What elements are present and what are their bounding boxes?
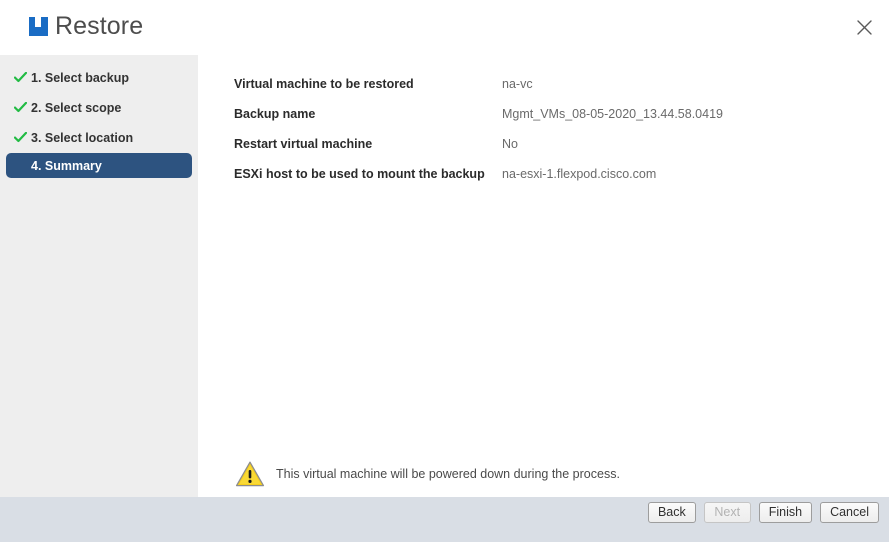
check-icon: [12, 72, 28, 83]
netapp-logo-icon: [29, 17, 48, 36]
sidebar-item-summary[interactable]: 4. Summary: [6, 153, 192, 178]
summary-panel: Virtual machine to be restored na-vc Bac…: [198, 55, 889, 497]
sidebar-item-label: 2. Select scope: [31, 100, 122, 115]
sidebar-item-label: 4. Summary: [31, 158, 102, 173]
finish-button[interactable]: Finish: [758, 502, 813, 523]
back-button[interactable]: Back: [647, 502, 696, 523]
warning-triangle-icon: [234, 459, 266, 489]
sidebar-item-select-backup[interactable]: 1. Select backup: [6, 65, 192, 90]
brand-area: Restore: [29, 14, 143, 39]
close-icon: [856, 19, 872, 35]
sidebar-item-label: 3. Select location: [31, 130, 134, 145]
sidebar-item-select-scope[interactable]: 2. Select scope: [6, 95, 192, 120]
warning-message: This virtual machine will be powered dow…: [234, 459, 620, 489]
summary-value: Mgmt_VMs_08-05-2020_13.44.58.0419: [502, 107, 723, 121]
dialog-header: Restore: [0, 0, 889, 55]
warning-text: This virtual machine will be powered dow…: [276, 467, 620, 481]
sidebar-item-label: 1. Select backup: [31, 70, 129, 85]
cancel-button[interactable]: Cancel: [820, 502, 879, 523]
sidebar-item-select-location[interactable]: 3. Select location: [6, 125, 192, 150]
summary-label: ESXi host to be used to mount the backup: [234, 167, 485, 181]
wizard-steps-sidebar: 1. Select backup 2. Select scope 3. Sele…: [0, 55, 198, 497]
next-button: Next: [703, 502, 751, 523]
check-icon: [12, 132, 28, 143]
table-row: Virtual machine to be restored na-vc: [234, 69, 854, 99]
table-row: Restart virtual machine No: [234, 129, 854, 159]
restore-wizard-dialog: Restore 1. Select backup 2. Select scope…: [0, 0, 889, 542]
summary-table: Virtual machine to be restored na-vc Bac…: [234, 69, 854, 189]
summary-value: na-esxi-1.flexpod.cisco.com: [502, 167, 657, 181]
summary-label: Restart virtual machine: [234, 137, 373, 151]
summary-value: na-vc: [502, 77, 533, 91]
page-title: Restore: [55, 12, 144, 40]
summary-value: No: [502, 137, 518, 151]
dialog-footer: Back Next Finish Cancel: [0, 497, 889, 542]
summary-label: Virtual machine to be restored: [234, 77, 414, 91]
table-row: Backup name Mgmt_VMs_08-05-2020_13.44.58…: [234, 99, 854, 129]
table-row: ESXi host to be used to mount the backup…: [234, 159, 854, 189]
check-icon: [12, 102, 28, 113]
close-button[interactable]: [847, 10, 881, 44]
footer-button-group: Back Next Finish Cancel: [647, 502, 879, 523]
summary-label: Backup name: [234, 107, 316, 121]
